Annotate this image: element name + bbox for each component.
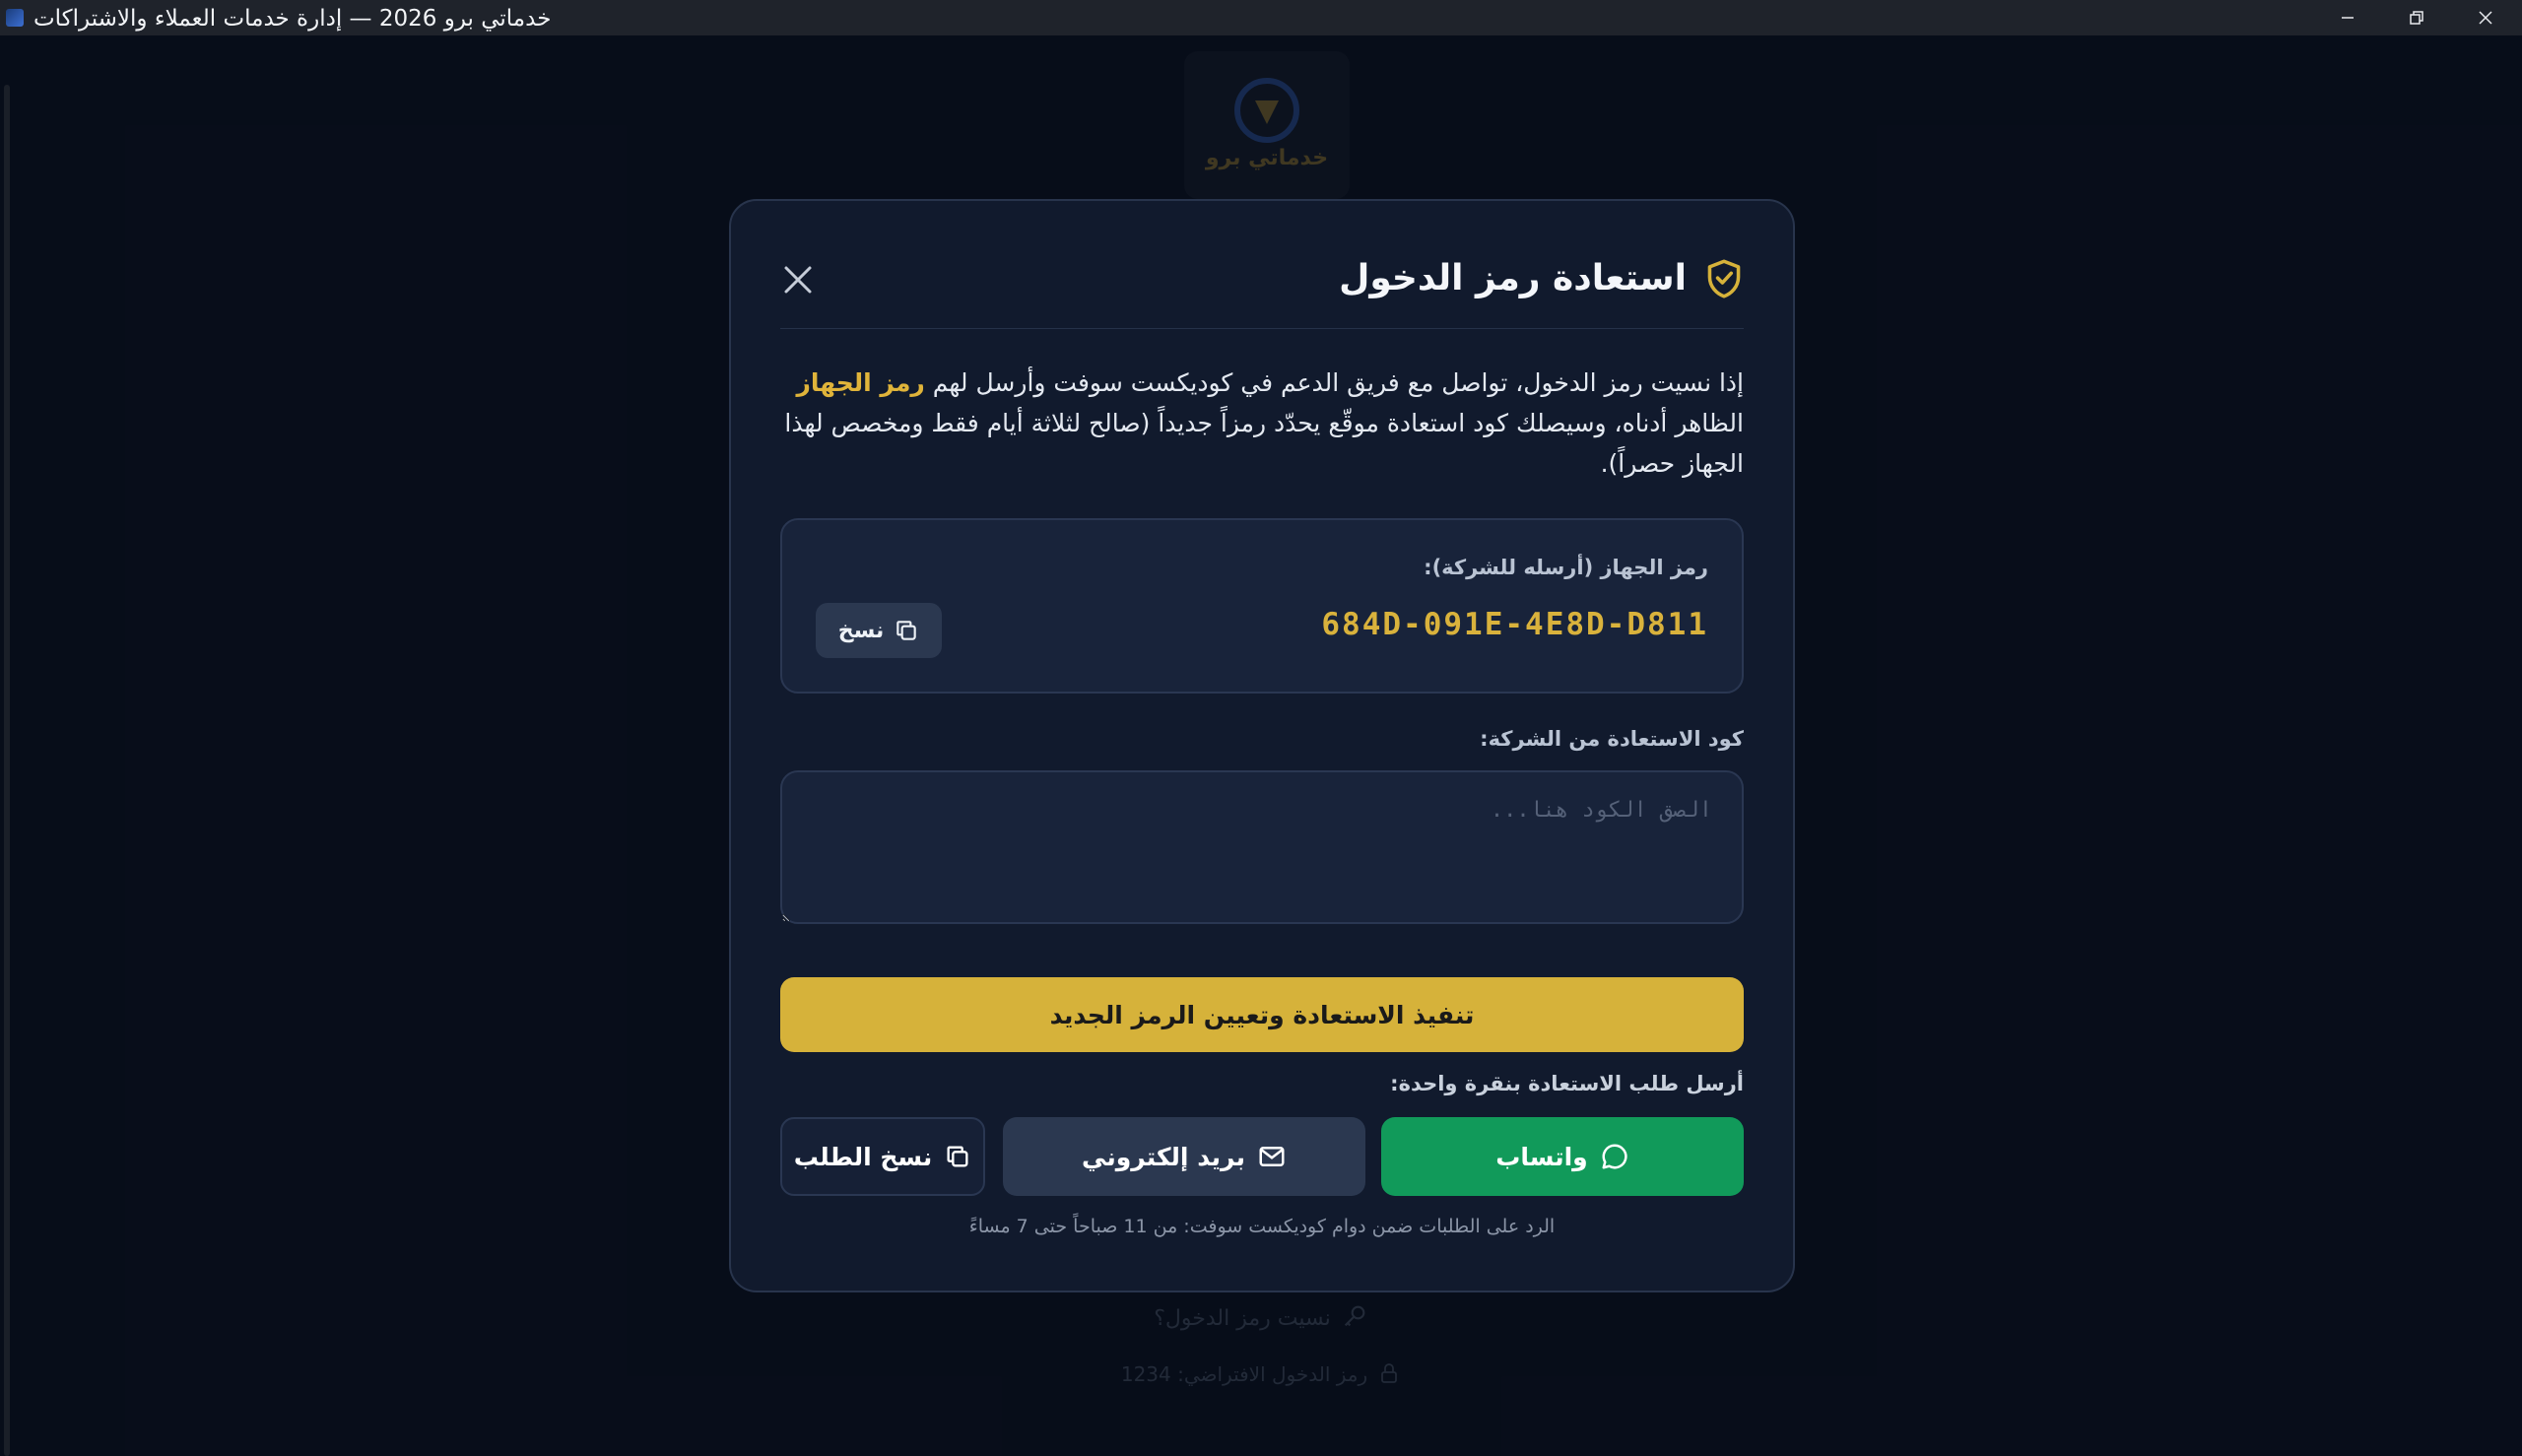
recovery-dialog: استعادة رمز الدخول إذا نسيت رمز الدخول، …: [729, 199, 1795, 1292]
dialog-title: استعادة رمز الدخول: [1339, 258, 1687, 298]
restore-icon: [2410, 11, 2423, 25]
apply-recovery-button[interactable]: تنفيذ الاستعادة وتعيين الرمز الجديد: [780, 977, 1744, 1052]
whatsapp-button[interactable]: واتساب: [1381, 1117, 1744, 1196]
email-label: بريد إلكتروني: [1082, 1142, 1245, 1171]
support-hours-note: الرد على الطلبات ضمن دوام كوديكست سوفت: …: [968, 1216, 1556, 1237]
description-text-2: الظاهر أدناه، وسيصلك كود استعادة موقّع ي…: [784, 409, 1744, 478]
dialog-description: إذا نسيت رمز الدخول، تواصل مع فريق الدعم…: [780, 363, 1744, 484]
copy-label: نسخ: [837, 618, 885, 643]
copy-request-label: نسخ الطلب: [793, 1142, 933, 1171]
copy-icon: [896, 621, 917, 640]
title-bar: خدماتي برو 2026 — إدارة خدمات العملاء وا…: [0, 0, 2522, 35]
email-button[interactable]: بريد إلكتروني: [1003, 1117, 1365, 1196]
description-highlight: رمز الجهاز: [796, 368, 925, 397]
mail-icon: [1259, 1147, 1285, 1166]
whatsapp-icon: [1602, 1144, 1627, 1169]
window-title: خدماتي برو 2026 — إدارة خدمات العملاء وا…: [33, 6, 552, 32]
recovery-code-label: كود الاستعادة من الشركة:: [1480, 727, 1744, 751]
shield-check-icon: [1707, 259, 1741, 298]
close-icon[interactable]: [780, 262, 816, 298]
whatsapp-label: واتساب: [1495, 1142, 1588, 1171]
recovery-code-input[interactable]: [780, 770, 1744, 924]
send-request-label: أرسل طلب الاستعادة بنقرة واحدة:: [1390, 1072, 1744, 1095]
copy-request-icon: [947, 1146, 968, 1167]
device-code-label: رمز الجهاز (أرسله للشركة):: [1424, 556, 1708, 579]
minimize-button[interactable]: [2313, 0, 2382, 35]
copy-device-code-button[interactable]: نسخ: [816, 603, 942, 658]
dialog-header: استعادة رمز الدخول: [780, 240, 1744, 329]
device-code-value: 684D-091E-4E8D-D811: [1321, 607, 1708, 642]
description-text-1: إذا نسيت رمز الدخول، تواصل مع فريق الدعم…: [924, 368, 1744, 397]
restore-button[interactable]: [2382, 0, 2451, 35]
close-window-icon: [2479, 11, 2492, 25]
close-window-button[interactable]: [2451, 0, 2520, 35]
minimize-icon: [2342, 17, 2354, 19]
send-request-actions: واتساب بريد إلكتروني نسخ الطلب: [780, 1117, 1744, 1196]
app-icon: [6, 9, 24, 27]
device-code-box: رمز الجهاز (أرسله للشركة): 684D-091E-4E8…: [780, 518, 1744, 694]
copy-request-button[interactable]: نسخ الطلب: [780, 1117, 985, 1196]
